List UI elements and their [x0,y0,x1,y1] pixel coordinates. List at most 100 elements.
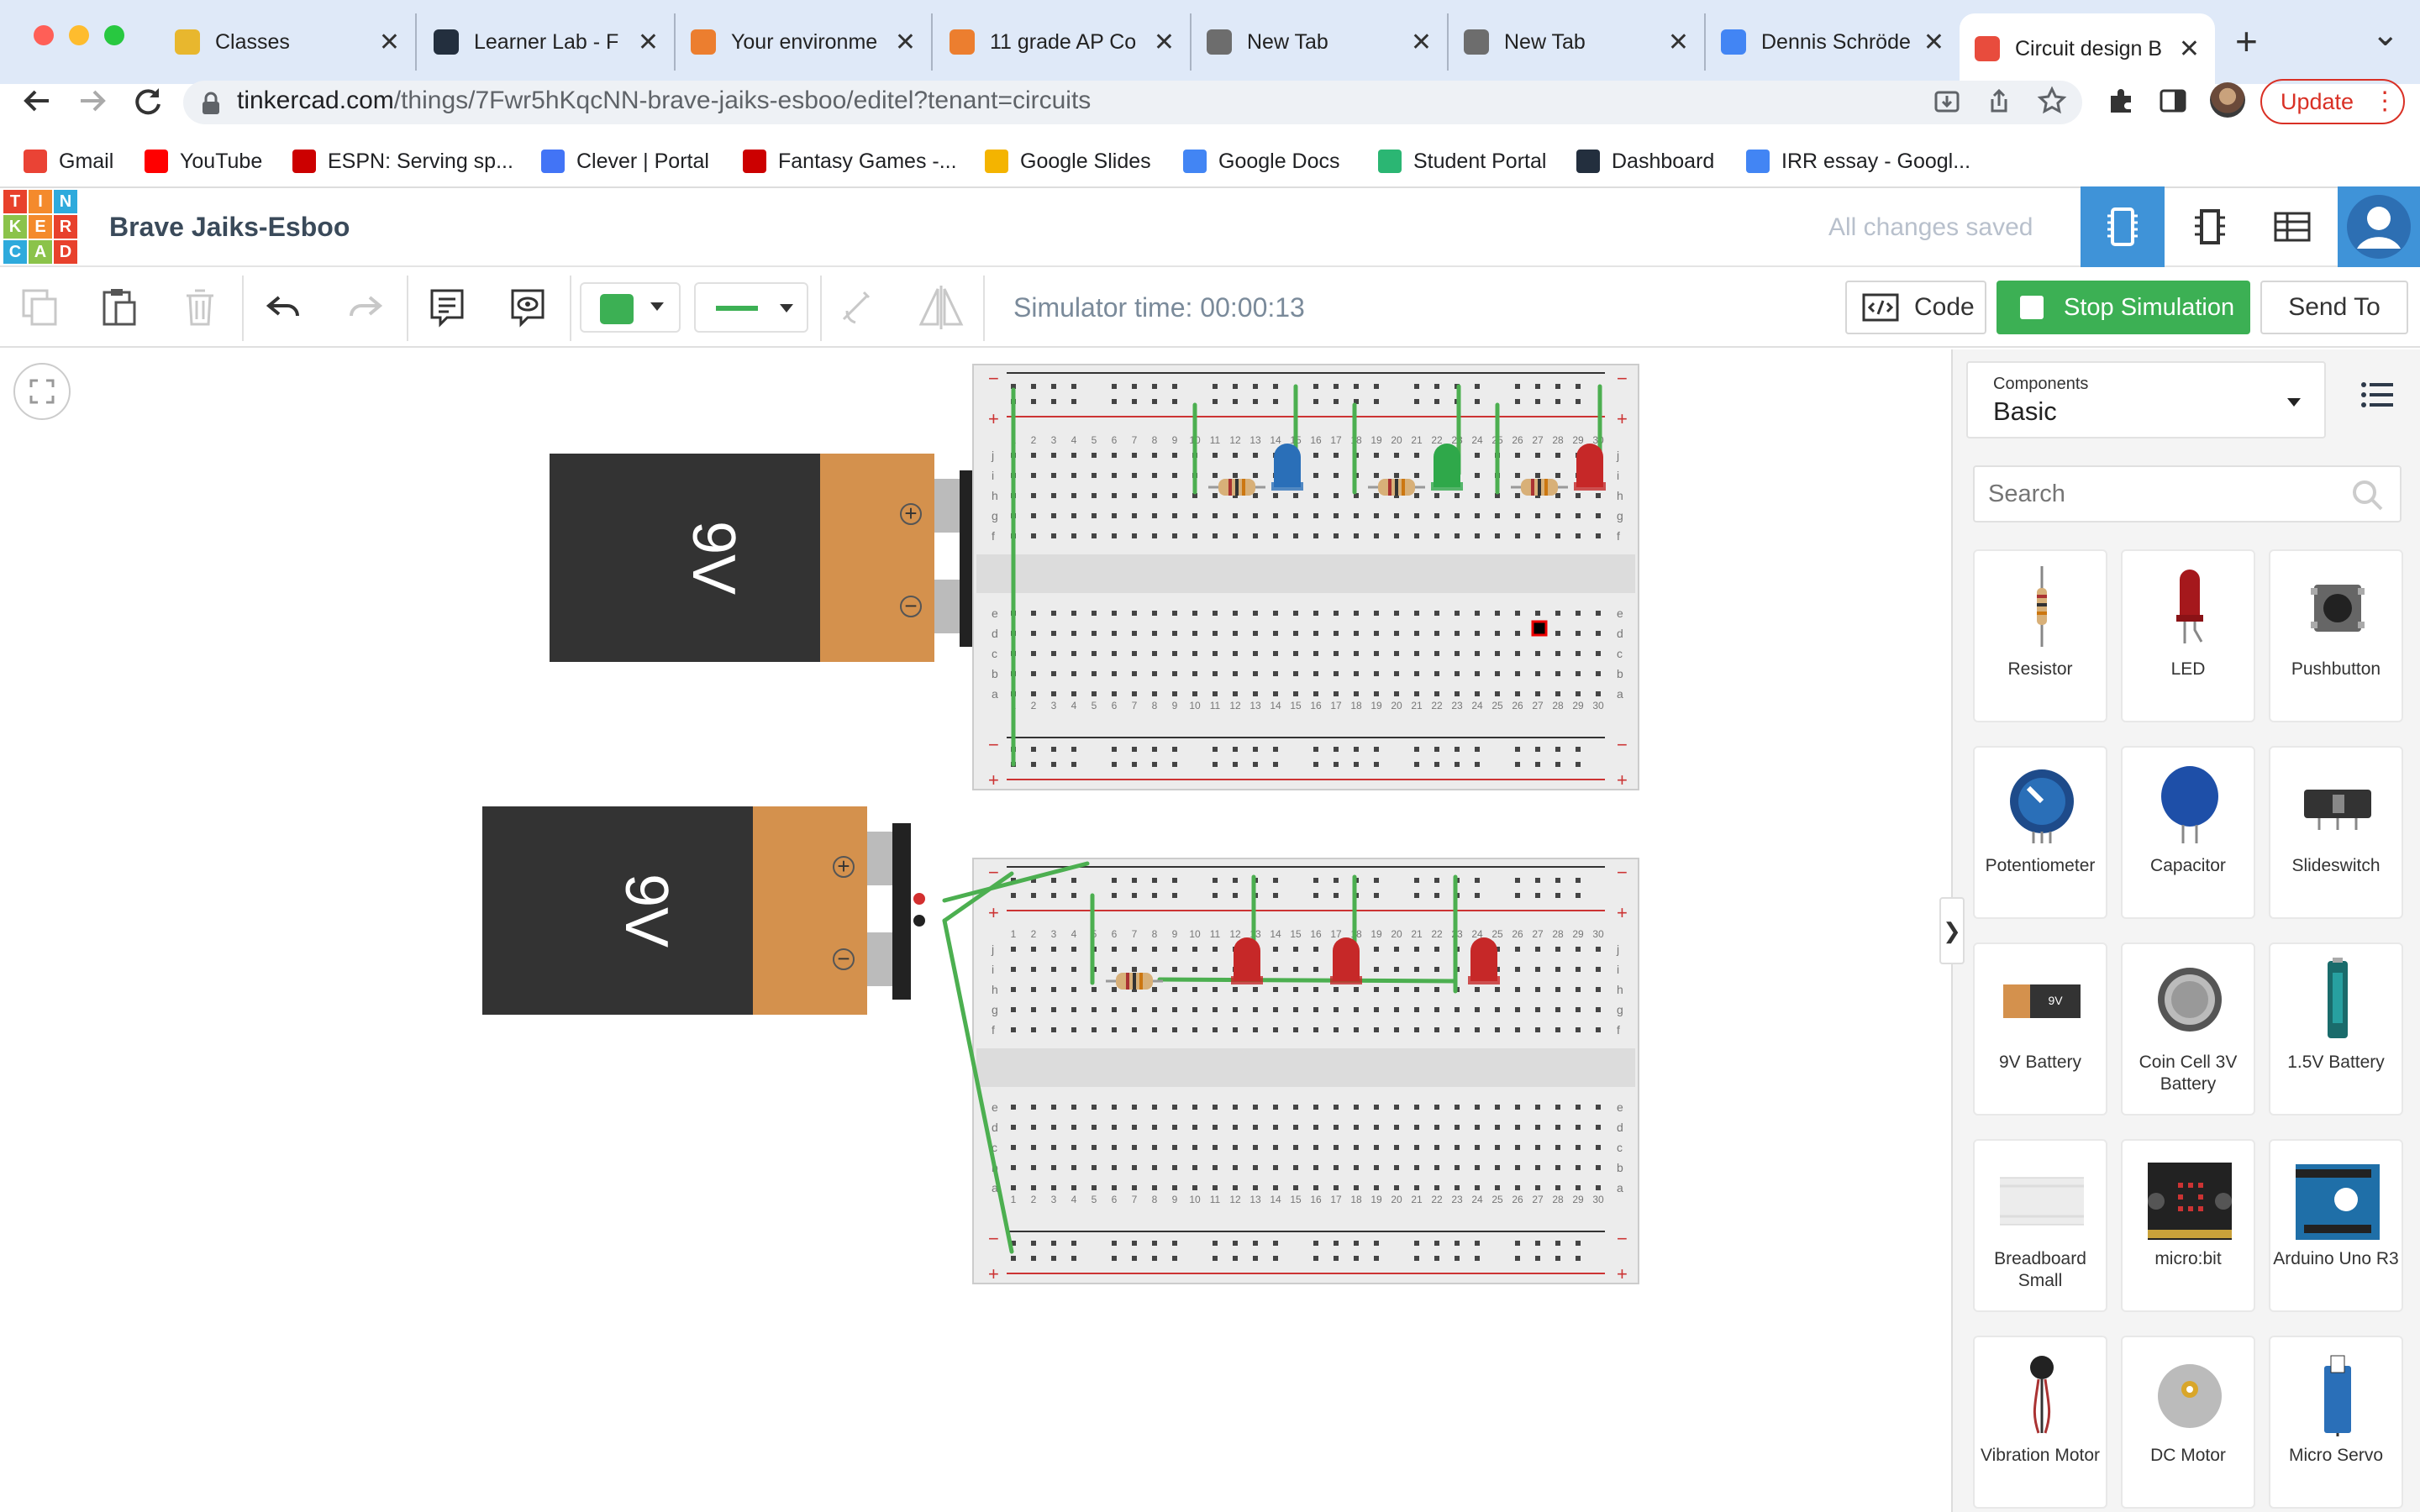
breadboard-hole [1455,1256,1460,1261]
breadboard-hole [1313,611,1318,616]
component-card[interactable]: LED [2121,549,2255,722]
browser-tab[interactable]: Dennis Schröde ✕ [1706,13,1960,71]
flip-button[interactable] [916,282,966,333]
browser-tab[interactable]: 11 grade AP Co ✕ [934,13,1192,71]
delete-button[interactable] [175,282,225,333]
component-card[interactable]: micro:bit [2121,1139,2255,1312]
tab-close-icon[interactable]: ✕ [379,28,400,57]
component-card[interactable]: Capacitor [2121,746,2255,919]
row-letter: c [992,647,997,660]
schematic-view-button[interactable] [2170,186,2250,267]
breadboard-center-gap [976,1048,1635,1087]
breadboard-hole [1374,611,1379,616]
bookmark-item[interactable]: Clever | Portal [541,143,709,180]
tab-close-icon[interactable]: ✕ [638,28,659,57]
copy-button[interactable] [15,282,66,333]
bookmark-item[interactable]: Student Portal [1378,143,1546,180]
component-card[interactable]: Vibration Motor [1973,1336,2107,1509]
browser-tab[interactable]: Circuit design B ✕ [1960,13,2215,84]
bookmark-item[interactable]: IRR essay - Googl... [1746,143,1970,180]
breadboard-hole [1354,651,1359,656]
components-dropdown[interactable]: Components Basic [1966,361,2326,438]
profile-avatar[interactable] [2210,82,2245,118]
extensions-icon[interactable] [2106,86,2136,116]
browser-tab[interactable]: Your environme ✕ [676,13,933,71]
browser-tab[interactable]: New Tab ✕ [1449,13,1706,71]
install-icon[interactable] [1933,87,1961,116]
bookmark-item[interactable]: Google Docs [1183,143,1340,180]
paste-icon [103,289,136,326]
new-tab-button[interactable]: + [2235,18,2258,64]
component-search-box[interactable] [1973,465,2402,522]
bookmark-item[interactable]: Google Slides [985,143,1151,180]
component-card[interactable]: DC Motor [2121,1336,2255,1509]
redo-button[interactable] [339,282,390,333]
bookmark-item[interactable]: Fantasy Games -... [743,143,957,180]
column-number: 20 [1391,928,1402,940]
bookmark-item[interactable]: Dashboard [1576,143,1714,180]
tinkercad-logo[interactable]: TIN KER CAD [3,190,77,264]
browser-tab[interactable]: New Tab ✕ [1192,13,1449,71]
bookmark-item[interactable]: Gmail [24,143,113,180]
sidebar-collapse-handle[interactable]: ❯ [1939,897,1965,964]
code-button[interactable]: Code [1845,281,1986,334]
tab-close-icon[interactable]: ✕ [2179,34,2200,64]
stop-simulation-button[interactable]: Stop Simulation [1996,281,2250,334]
component-card[interactable]: Micro Servo [2269,1336,2403,1509]
bookmark-item[interactable]: ESPN: Serving sp... [292,143,513,180]
sidepanel-icon[interactable] [2158,86,2188,116]
browser-tab[interactable]: Classes ✕ [160,13,417,71]
component-list-view-button[interactable] [2252,186,2333,267]
window-zoom-button[interactable] [104,25,124,45]
circuit-view-button[interactable] [2081,186,2165,267]
back-button[interactable] [12,84,62,118]
window-close-button[interactable] [34,25,54,45]
component-card[interactable]: Resistor [1973,549,2107,722]
component-card[interactable]: Coin Cell 3V Battery [2121,942,2255,1116]
bookmark-star-icon[interactable] [2037,86,2067,116]
update-button[interactable]: Update ⋮ [2260,79,2405,124]
send-to-button[interactable]: Send To [2260,281,2408,334]
component-card[interactable]: 9V 9V Battery [1973,942,2107,1116]
rotate-button[interactable] [832,282,882,333]
wire-type-picker[interactable] [694,282,808,333]
user-avatar[interactable] [2338,186,2420,267]
browser-tab[interactable]: Learner Lab - F ✕ [418,13,676,71]
component-card[interactable]: Slideswitch [2269,746,2403,919]
forward-button[interactable] [67,84,118,118]
window-minimize-button[interactable] [69,25,89,45]
wire-color-picker[interactable] [580,282,681,333]
circuit-diagram[interactable]: 9V+−9V+−− −+ +− −+ +112233445566778899101011… [0,349,1951,1512]
tab-close-icon[interactable]: ✕ [895,28,916,57]
breadboard-hole [1475,1165,1480,1170]
undo-button[interactable] [259,282,309,333]
notes-button[interactable] [422,282,472,333]
breadboard-hole [1293,691,1298,696]
project-title[interactable]: Brave Jaiks-Esboo [109,212,350,243]
paste-button[interactable] [94,282,145,333]
tab-close-icon[interactable]: ✕ [1923,28,1944,57]
breadboard-hole [1555,747,1560,752]
component-card[interactable]: Pushbutton [2269,549,2403,722]
list-view-toggle[interactable] [2353,370,2403,420]
component-card[interactable]: Arduino Uno R3 [2269,1139,2403,1312]
breadboard-hole [1455,631,1460,636]
url-text[interactable]: tinkercad.com/things/7Fwr5hKqcNN-brave-j… [237,87,1091,115]
component-card[interactable]: 1.5V Battery [2269,942,2403,1116]
tab-list-button[interactable]: ⌄ [2371,15,2400,54]
tab-close-icon[interactable]: ✕ [1411,28,1432,57]
component-card[interactable]: Potentiometer [1973,746,2107,919]
tab-close-icon[interactable]: ✕ [1154,28,1175,57]
tab-favicon-icon [1975,36,2000,61]
column-number: 2 [1031,700,1037,711]
breadboard-hole [1354,533,1359,538]
breadboard-hole [1475,651,1480,656]
component-card[interactable]: Breadboard Small [1973,1139,2107,1312]
reload-button[interactable] [123,84,173,118]
notes-visibility-button[interactable] [502,282,553,333]
tab-close-icon[interactable]: ✕ [1668,28,1689,57]
breadboard-hole [1031,691,1036,696]
share-icon[interactable] [1985,87,2013,116]
component-search-input[interactable] [1988,475,2341,512]
bookmark-item[interactable]: YouTube [145,143,262,180]
